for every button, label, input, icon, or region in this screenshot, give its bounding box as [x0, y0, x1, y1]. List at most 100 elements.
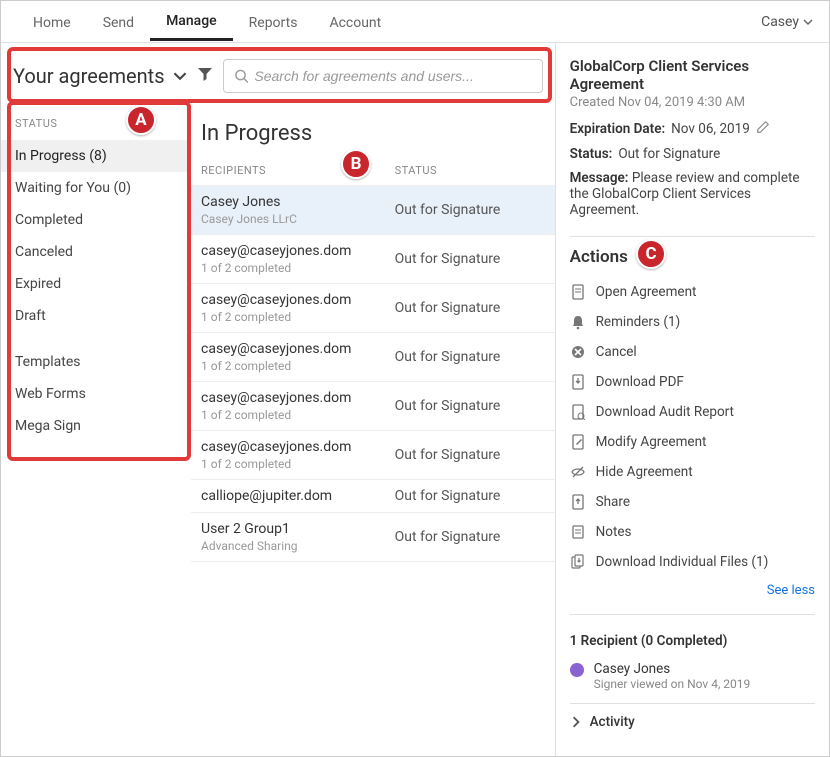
action-share[interactable]: Share	[570, 487, 815, 517]
status-value: Out for Signature	[618, 146, 720, 162]
detail-created: Created Nov 04, 2019 4:30 AM	[570, 95, 815, 110]
nav-send[interactable]: Send	[87, 4, 150, 40]
modify-icon	[570, 434, 586, 450]
status-label: Status:	[570, 146, 613, 162]
row-status: Out for Signature	[395, 300, 545, 316]
sidebar-item-completed[interactable]: Completed	[1, 204, 191, 236]
action-label: Open Agreement	[596, 284, 697, 300]
search-icon	[234, 68, 249, 84]
action-label: Notes	[596, 524, 632, 540]
status-sidebar: STATUS In Progress (8) Waiting for You (…	[1, 105, 191, 756]
action-modify-agreement[interactable]: Modify Agreement	[570, 427, 815, 457]
recipient-sub: Advanced Sharing	[201, 539, 395, 553]
list-title: In Progress	[191, 113, 555, 152]
action-hide-agreement[interactable]: Hide Agreement	[570, 457, 815, 487]
recipient-sub: 1 of 2 completed	[201, 359, 395, 373]
action-label: Reminders (1)	[596, 314, 681, 330]
table-row[interactable]: casey@caseyjones.dom1 of 2 completedOut …	[191, 283, 555, 332]
sidebar-item-waiting[interactable]: Waiting for You (0)	[1, 172, 191, 204]
share-icon	[570, 494, 586, 510]
row-status: Out for Signature	[395, 251, 545, 267]
cancel-icon	[570, 344, 586, 360]
sidebar-item-megasign[interactable]: Mega Sign	[1, 410, 191, 442]
action-label: Modify Agreement	[596, 434, 707, 450]
search-field-wrap[interactable]	[223, 59, 543, 93]
user-menu[interactable]: Casey	[761, 14, 813, 30]
col-header-recipients: RECIPIENTS	[201, 164, 395, 177]
recipient-main: casey@caseyjones.dom	[201, 243, 395, 259]
sidebar-heading: STATUS	[1, 111, 191, 140]
nav-manage[interactable]: Manage	[150, 2, 233, 41]
table-row[interactable]: calliope@jupiter.domOut for Signature	[191, 479, 555, 512]
audit-icon	[570, 404, 586, 420]
nav-home[interactable]: Home	[17, 4, 87, 40]
recipient-sub: Casey Jones LLrC	[201, 212, 395, 226]
actions-heading: Actions	[570, 247, 815, 267]
recipient-row[interactable]: Casey Jones Signer viewed on Nov 4, 2019	[570, 657, 815, 703]
user-name: Casey	[761, 14, 799, 30]
action-label: Download Individual Files (1)	[596, 554, 769, 570]
row-status: Out for Signature	[395, 529, 545, 545]
sidebar-item-canceled[interactable]: Canceled	[1, 236, 191, 268]
table-row[interactable]: User 2 Group1 Advanced SharingOut for Sig…	[191, 512, 555, 562]
recipient-main: User 2 Group1	[201, 521, 395, 537]
top-nav: Home Send Manage Reports Account Casey	[1, 1, 829, 43]
activity-toggle[interactable]: Activity	[570, 703, 815, 740]
action-reminders-1-[interactable]: Reminders (1)	[570, 307, 815, 337]
col-header-status: STATUS	[395, 164, 545, 177]
agreements-dropdown[interactable]: Your agreements	[13, 64, 187, 88]
search-input[interactable]	[254, 68, 531, 84]
recipient-main: casey@caseyjones.dom	[201, 390, 395, 406]
chevron-right-icon	[570, 716, 582, 728]
action-download-individual-files-1-[interactable]: Download Individual Files (1)	[570, 547, 815, 577]
recipient-sub: 1 of 2 completed	[201, 261, 395, 275]
recipient-main: calliope@jupiter.dom	[201, 488, 395, 504]
edit-expiration-icon[interactable]	[756, 120, 770, 138]
agreement-list: In Progress RECIPIENTS STATUS Casey Jone…	[191, 105, 555, 756]
row-status: Out for Signature	[395, 349, 545, 365]
action-open-agreement[interactable]: Open Agreement	[570, 277, 815, 307]
table-row[interactable]: casey@caseyjones.dom 1 of 2 completedOut …	[191, 234, 555, 283]
table-row[interactable]: casey@caseyjones.dom1 of 2 completedOut …	[191, 381, 555, 430]
bell-icon	[570, 314, 586, 330]
action-notes[interactable]: Notes	[570, 517, 815, 547]
action-download-pdf[interactable]: Download PDF	[570, 367, 815, 397]
nav-reports[interactable]: Reports	[233, 4, 314, 40]
agreements-title: Your agreements	[13, 64, 165, 88]
sidebar-item-webforms[interactable]: Web Forms	[1, 378, 191, 410]
sidebar-item-templates[interactable]: Templates	[1, 346, 191, 378]
table-row[interactable]: casey@caseyjones.dom1 of 2 completedOut …	[191, 430, 555, 479]
recipient-name: Casey Jones	[594, 661, 751, 677]
detail-panel: GlobalCorp Client Services Agreement Cre…	[555, 43, 829, 756]
sidebar-item-draft[interactable]: Draft	[1, 300, 191, 332]
row-status: Out for Signature	[395, 488, 545, 504]
activity-label: Activity	[590, 714, 635, 730]
table-row[interactable]: casey@caseyjones.dom 1 of 2 completedOut …	[191, 332, 555, 381]
recipient-summary: 1 Recipient (0 Completed)	[570, 625, 815, 657]
notes-icon	[570, 524, 586, 540]
recipient-main: Casey Jones	[201, 194, 395, 210]
agreements-header: Your agreements	[1, 43, 555, 105]
recipient-main: casey@caseyjones.dom	[201, 439, 395, 455]
nav-account[interactable]: Account	[313, 4, 397, 40]
sidebar-item-expired[interactable]: Expired	[1, 268, 191, 300]
download-icon	[570, 374, 586, 390]
filter-icon[interactable]	[197, 66, 213, 86]
row-status: Out for Signature	[395, 447, 545, 463]
expiration-label: Expiration Date:	[570, 121, 666, 137]
see-less-link[interactable]: See less	[570, 577, 815, 604]
action-label: Hide Agreement	[596, 464, 693, 480]
action-download-audit-report[interactable]: Download Audit Report	[570, 397, 815, 427]
table-row[interactable]: Casey JonesCasey Jones LLrCOut for Signa…	[191, 185, 555, 234]
message-label: Message:	[570, 170, 629, 186]
recipient-dot-icon	[570, 663, 584, 677]
doc-icon	[570, 284, 586, 300]
sidebar-item-in-progress[interactable]: In Progress (8)	[1, 140, 191, 172]
files-icon	[570, 554, 586, 570]
hide-icon	[570, 464, 586, 480]
chevron-down-icon	[803, 17, 813, 27]
row-status: Out for Signature	[395, 398, 545, 414]
recipient-main: casey@caseyjones.dom	[201, 341, 395, 357]
expiration-value: Nov 06, 2019	[671, 121, 750, 137]
action-cancel[interactable]: Cancel	[570, 337, 815, 367]
